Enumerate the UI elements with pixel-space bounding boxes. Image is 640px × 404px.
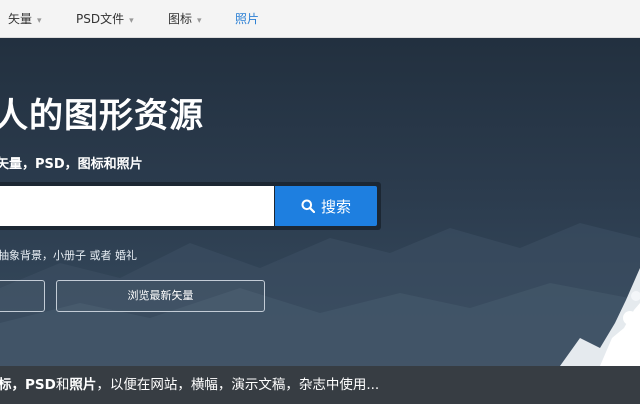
chevron-down-icon: ▾	[37, 16, 42, 26]
hero-subtitle: 矢量，PSD，图标和照片	[0, 157, 143, 172]
nav-item-psd[interactable]: PSD文件 ▾	[76, 0, 134, 38]
tagline-part: 和	[55, 377, 70, 393]
nav-item-label: 图标	[168, 12, 193, 26]
search-bar: 搜索	[0, 182, 381, 230]
nav-item-label: 矢量	[8, 12, 33, 26]
nav-item-photos[interactable]: 照片	[235, 0, 259, 38]
chevron-down-icon: ▾	[129, 16, 134, 26]
top-navigation: 矢量 ▾ PSD文件 ▾ 图标 ▾ 照片	[0, 0, 640, 38]
tagline-part: 照片	[69, 377, 97, 393]
chevron-down-icon: ▾	[197, 16, 202, 26]
nav-item-vectors[interactable]: 矢量 ▾	[8, 0, 42, 38]
tagline-bar: 标，PSD和照片，以便在网站，横幅，演示文稿，杂志中使用...	[0, 366, 640, 404]
search-input[interactable]	[0, 186, 274, 226]
nav-item-label: 照片	[235, 12, 260, 26]
tagline-text: 标，PSD和照片，以便在网站，横幅，演示文稿，杂志中使用...	[0, 366, 379, 404]
tagline-part: ，以便在网站，横幅，演示文稿，杂志中使用...	[96, 377, 380, 393]
browse-latest-vectors-button[interactable]: 浏览最新矢量	[56, 280, 265, 312]
search-icon	[301, 199, 315, 213]
hero-section: 人的图形资源 矢量，PSD，图标和照片 搜索 抽象背景，小册子 或者 婚礼 浏览…	[0, 38, 640, 366]
search-button[interactable]: 搜索	[275, 186, 377, 226]
browse-button-secondary[interactable]	[0, 280, 45, 312]
nav-item-icons[interactable]: 图标 ▾	[168, 0, 202, 38]
tagline-part: 标，	[0, 377, 25, 393]
search-button-label: 搜索	[320, 197, 351, 216]
nav-item-label: PSD文件	[76, 12, 125, 26]
search-suggestions: 抽象背景，小册子 或者 婚礼	[0, 249, 137, 262]
tagline-part: PSD	[25, 377, 56, 393]
hero-title: 人的图形资源	[0, 96, 204, 136]
